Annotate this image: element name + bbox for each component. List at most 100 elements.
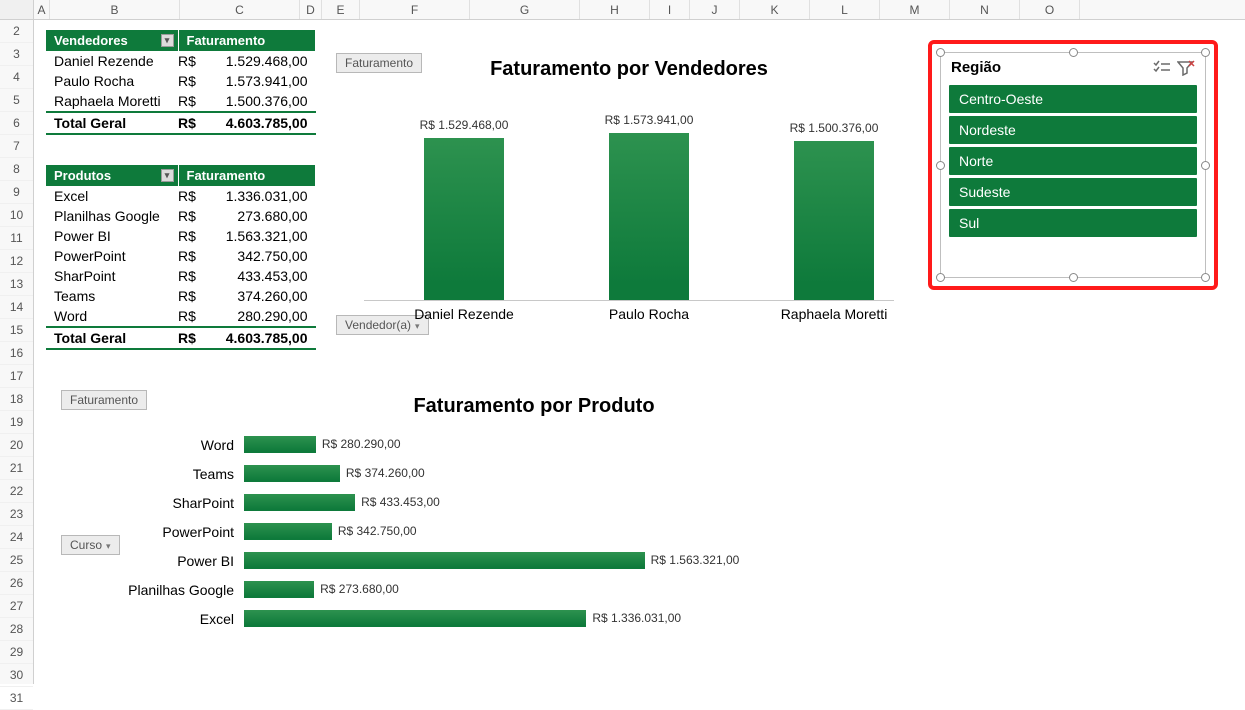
chart-bar [244, 436, 316, 453]
cell[interactable]: Raphaela Moretti [46, 91, 178, 112]
cell[interactable]: R$ [178, 266, 204, 286]
row-header-22[interactable]: 22 [0, 480, 33, 503]
slicer-item[interactable]: Centro-Oeste [949, 85, 1197, 113]
row-header-11[interactable]: 11 [0, 227, 33, 250]
select-all-corner[interactable] [0, 0, 34, 19]
pivot-produtos-header-name[interactable]: Produtos ▾ [46, 165, 178, 186]
cell[interactable]: R$ [178, 206, 204, 226]
column-header-N[interactable]: N [950, 0, 1020, 19]
cell[interactable]: R$ [178, 71, 204, 91]
column-header-O[interactable]: O [1020, 0, 1080, 19]
cell[interactable]: 280.290,00 [204, 306, 316, 327]
chart-faturamento-vendedores[interactable]: Faturamento por Vendedores R$ 1.529.468,… [344, 50, 914, 335]
row-header-23[interactable]: 23 [0, 503, 33, 526]
column-header-F[interactable]: F [360, 0, 470, 19]
row-header-5[interactable]: 5 [0, 89, 33, 112]
row-header-14[interactable]: 14 [0, 296, 33, 319]
row-header-17[interactable]: 17 [0, 365, 33, 388]
slicer-item[interactable]: Sudeste [949, 178, 1197, 206]
row-header-12[interactable]: 12 [0, 250, 33, 273]
column-header-K[interactable]: K [740, 0, 810, 19]
row-header-2[interactable]: 2 [0, 20, 33, 43]
pivot-vendedores-header-name[interactable]: Vendedores ▾ [46, 30, 178, 51]
cell[interactable]: SharPoint [46, 266, 178, 286]
cell[interactable]: R$ [178, 51, 204, 71]
cell[interactable]: 273.680,00 [204, 206, 316, 226]
cell[interactable]: R$ [178, 286, 204, 306]
slicer-item[interactable]: Sul [949, 209, 1197, 237]
cell[interactable]: 433.453,00 [204, 266, 316, 286]
row-header-25[interactable]: 25 [0, 549, 33, 572]
row-header-26[interactable]: 26 [0, 572, 33, 595]
row-header-21[interactable]: 21 [0, 457, 33, 480]
row-header-20[interactable]: 20 [0, 434, 33, 457]
row-header-31[interactable]: 31 [0, 687, 33, 710]
column-header-H[interactable]: H [580, 0, 650, 19]
row-header-16[interactable]: 16 [0, 342, 33, 365]
row-header-3[interactable]: 3 [0, 43, 33, 66]
row-header-13[interactable]: 13 [0, 273, 33, 296]
cell[interactable]: 342.750,00 [204, 246, 316, 266]
column-header-C[interactable]: C [180, 0, 300, 19]
cell[interactable]: 374.260,00 [204, 286, 316, 306]
cell[interactable]: 1.529.468,00 [204, 51, 316, 71]
column-header-M[interactable]: M [880, 0, 950, 19]
column-header-J[interactable]: J [690, 0, 740, 19]
row-header-18[interactable]: 18 [0, 388, 33, 411]
cell[interactable]: 1.563.321,00 [204, 226, 316, 246]
column-header-L[interactable]: L [810, 0, 880, 19]
slicer-item[interactable]: Nordeste [949, 116, 1197, 144]
axis-label: SharPoint [74, 495, 244, 511]
cell[interactable]: R$ [178, 91, 204, 112]
row-header-24[interactable]: 24 [0, 526, 33, 549]
row-header-6[interactable]: 6 [0, 112, 33, 135]
axis-label: Power BI [74, 553, 244, 569]
axis-label: Paulo Rocha [579, 306, 719, 322]
row-header-27[interactable]: 27 [0, 595, 33, 618]
column-header-B[interactable]: B [50, 0, 180, 19]
cell[interactable]: Power BI [46, 226, 178, 246]
chart-plot-area: WordR$ 280.290,00TeamsR$ 374.260,00SharP… [74, 430, 854, 633]
cell[interactable]: Daniel Rezende [46, 51, 178, 71]
slicer-item[interactable]: Norte [949, 147, 1197, 175]
cell[interactable]: 1.336.031,00 [204, 186, 316, 206]
row-header-29[interactable]: 29 [0, 641, 33, 664]
chart-bar [244, 465, 340, 482]
row-header-4[interactable]: 4 [0, 66, 33, 89]
chart-faturamento-produto[interactable]: Faturamento por Produto WordR$ 280.290,0… [74, 395, 854, 695]
cell[interactable]: Word [46, 306, 178, 327]
cell[interactable]: R$ [178, 246, 204, 266]
pivot-vendedores-header-value[interactable]: Faturamento [178, 30, 316, 51]
cell[interactable]: Excel [46, 186, 178, 206]
cell[interactable]: R$ [178, 186, 204, 206]
column-header-I[interactable]: I [650, 0, 690, 19]
row-header-10[interactable]: 10 [0, 204, 33, 227]
cell[interactable]: Paulo Rocha [46, 71, 178, 91]
pivot-produtos-header-value[interactable]: Faturamento [178, 165, 316, 186]
data-label: R$ 374.260,00 [346, 465, 425, 482]
row-header-7[interactable]: 7 [0, 135, 33, 158]
multiselect-icon[interactable] [1153, 60, 1171, 76]
cell[interactable]: PowerPoint [46, 246, 178, 266]
cell[interactable]: 1.500.376,00 [204, 91, 316, 112]
cell[interactable]: R$ [178, 226, 204, 246]
column-header-D[interactable]: D [300, 0, 322, 19]
cell[interactable]: R$ [178, 306, 204, 327]
data-label: R$ 1.500.376,00 [764, 121, 904, 135]
cell[interactable]: Planilhas Google [46, 206, 178, 226]
cell[interactable]: 1.573.941,00 [204, 71, 316, 91]
column-header-A[interactable]: A [34, 0, 50, 19]
clear-filter-icon[interactable] [1177, 60, 1195, 76]
row-header-15[interactable]: 15 [0, 319, 33, 342]
slicer-title: Região [951, 59, 1147, 76]
row-header-9[interactable]: 9 [0, 181, 33, 204]
column-header-E[interactable]: E [322, 0, 360, 19]
row-header-8[interactable]: 8 [0, 158, 33, 181]
dropdown-icon[interactable]: ▾ [161, 169, 174, 182]
row-header-19[interactable]: 19 [0, 411, 33, 434]
column-header-G[interactable]: G [470, 0, 580, 19]
dropdown-icon[interactable]: ▾ [161, 34, 174, 47]
slicer-regiao[interactable]: Região Centro-Oeste Nordeste Norte Sudeste S… [940, 52, 1206, 278]
cell[interactable]: Teams [46, 286, 178, 306]
row-header-28[interactable]: 28 [0, 618, 33, 641]
